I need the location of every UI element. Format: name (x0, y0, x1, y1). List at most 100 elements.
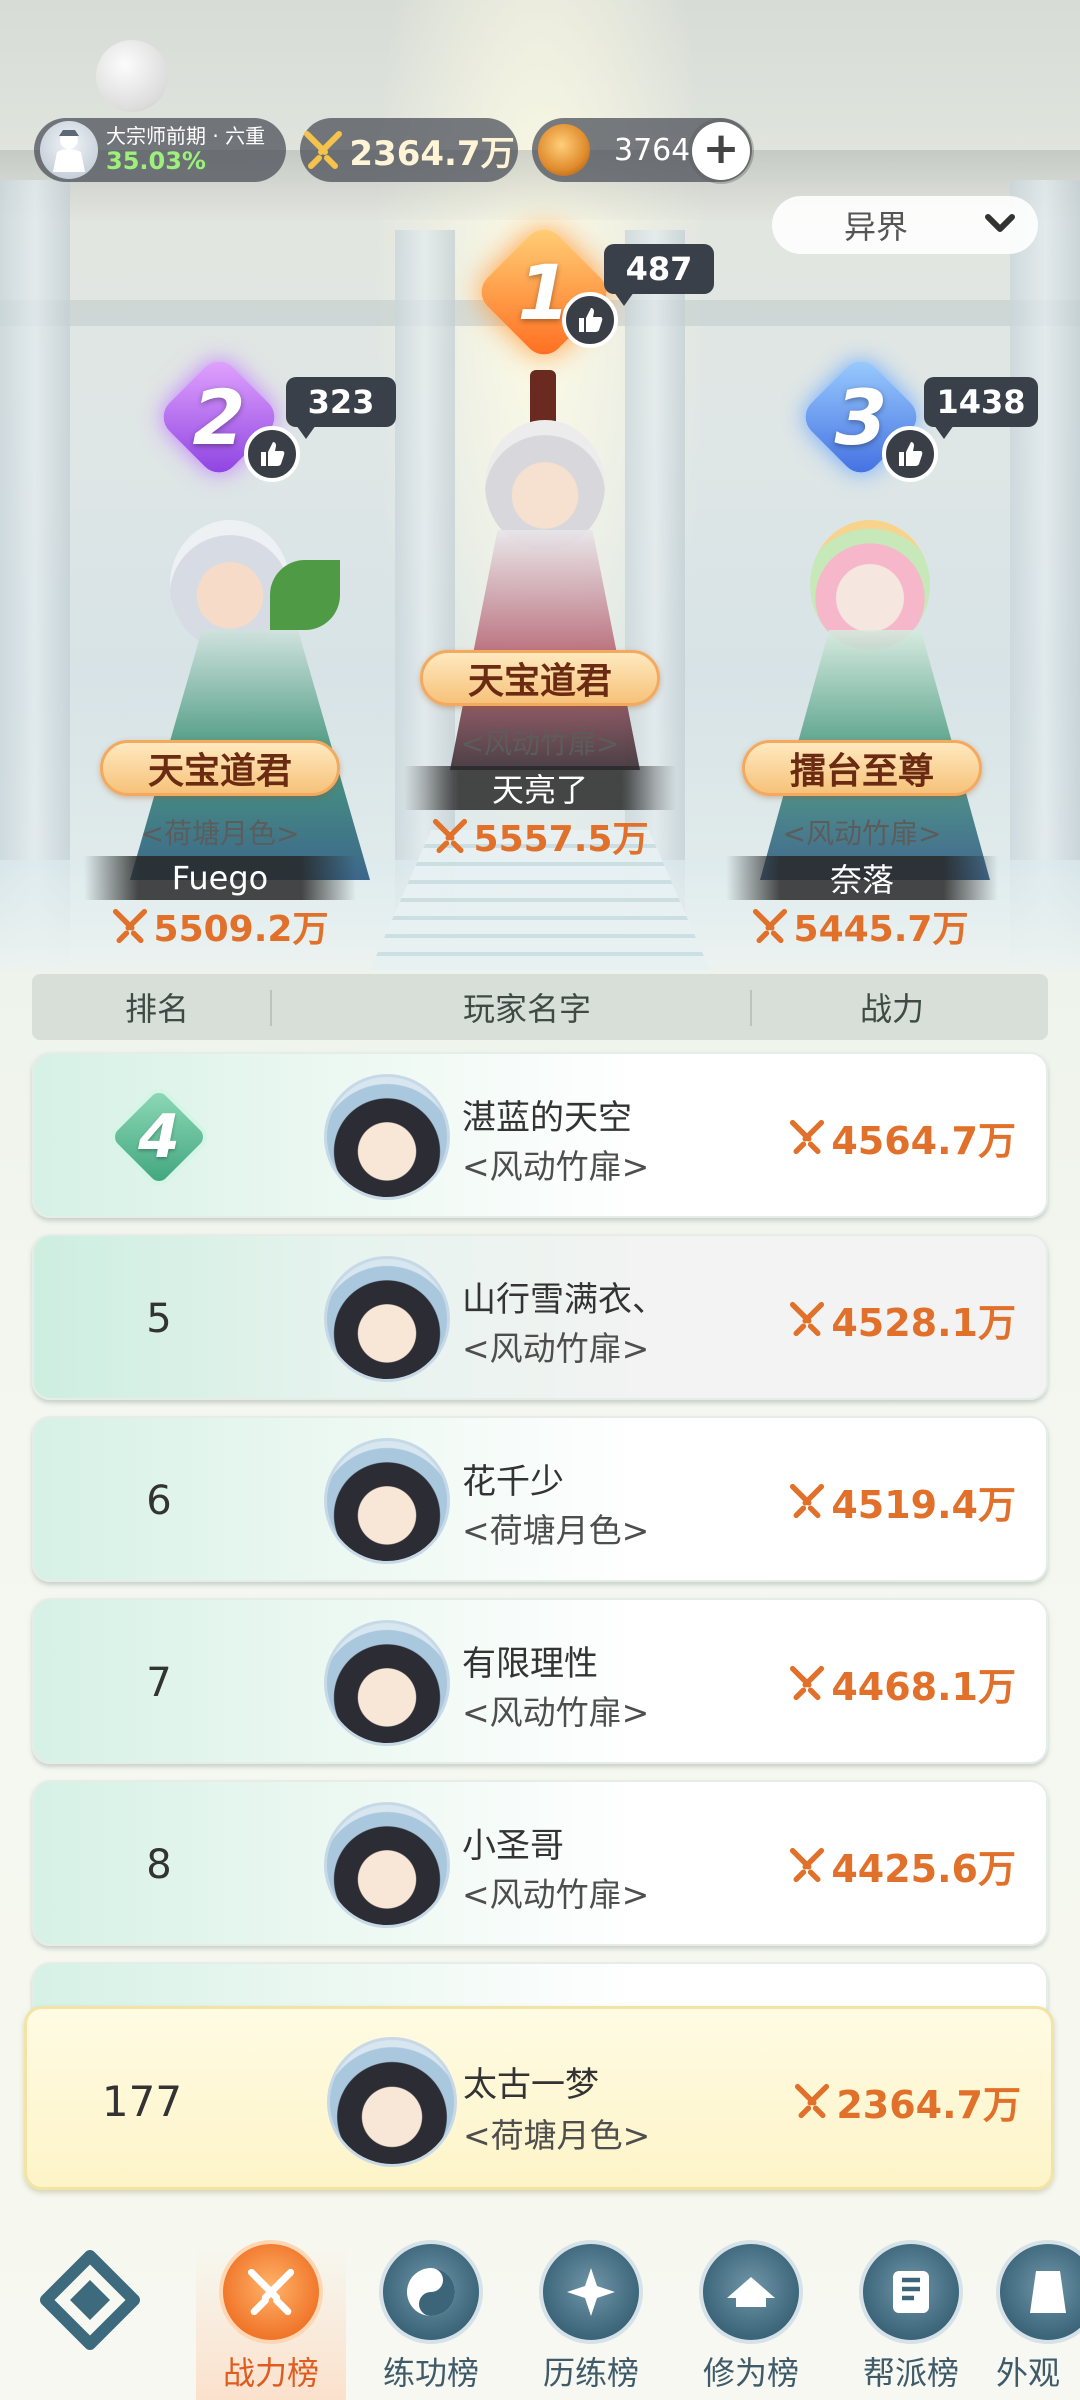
power-swords-icon (790, 1119, 825, 1155)
rank-1-guild: <风动竹扉> (460, 727, 620, 760)
leaderboard-row[interactable]: 6 花千少 <荷塘月色> 4519.4万 (32, 1416, 1048, 1582)
scroll-icon (859, 2240, 963, 2344)
rank-3-like-button[interactable] (882, 426, 938, 482)
menu-diamond-icon (40, 2250, 140, 2350)
rank-3-likes: 1438 (924, 377, 1038, 439)
rank-1-character[interactable] (430, 370, 660, 770)
rank-2-power: 5509.2万 (70, 900, 370, 952)
tab-power-ranking[interactable]: 战力榜 (196, 2240, 346, 2400)
thumbs-up-icon (899, 442, 923, 466)
column-header-player-name: 玩家名字 (462, 990, 591, 1028)
my-power: 2364.7万 (794, 2009, 1021, 2193)
player-avatar[interactable] (324, 1074, 450, 1200)
power-swords-icon (790, 1483, 825, 1519)
coin-value: 3764 (614, 132, 691, 168)
yin-yang-icon (379, 2240, 483, 2344)
row-rank: 6 (146, 1478, 172, 1524)
rank-1-title: 天宝道君 (420, 650, 660, 706)
player-avatar[interactable] (324, 1620, 450, 1746)
power-swords-icon (432, 818, 467, 854)
row-rank: 7 (146, 1660, 172, 1706)
pillar-decoration (1010, 180, 1080, 970)
rank-2-guild: <荷塘月色> (140, 817, 300, 850)
coin-icon (538, 124, 590, 176)
leaderboard-podium-scene: 大宗师前期 · 六重 35.03% 2364.7万 3764 + 异界 2 32… (0, 0, 1080, 970)
power-swords-icon (790, 1301, 825, 1337)
rank-2-likes: 323 (286, 377, 396, 439)
rank-3-guild: <风动竹扉> (782, 817, 942, 850)
rank-2-title: 天宝道君 (100, 740, 340, 796)
player-power: 4425.6万 (789, 1782, 1016, 1948)
my-guild: <荷塘月色> (463, 2116, 651, 2155)
server-select-value: 异界 (844, 208, 909, 246)
power-swords-icon (112, 908, 147, 944)
leaderboard-table-header: 排名 玩家名字 战力 (32, 974, 1048, 1040)
leaderboard-row[interactable]: 7 有限理性 <风动竹扉> 4468.1万 (32, 1598, 1048, 1764)
straw-hat-icon (699, 2240, 803, 2344)
player-guild: <风动竹扉> (462, 1693, 650, 1732)
my-name: 太古一梦 (463, 2065, 599, 2105)
realm-progress-label: 大宗师前期 · 六重 (106, 123, 266, 148)
column-divider (750, 990, 752, 1026)
column-header-power: 战力 (859, 990, 924, 1028)
player-name: 湛蓝的天空 (462, 1098, 632, 1138)
column-divider (270, 990, 272, 1026)
star-burst-icon (539, 2240, 643, 2344)
player-power: 4528.1万 (789, 1236, 1016, 1402)
leaderboard-row[interactable]: 5 山行雪满衣、 <风动竹扉> 4528.1万 (32, 1234, 1048, 1400)
server-select-dropdown[interactable]: 异界 (772, 196, 1038, 254)
tab-training-ranking[interactable]: 练功榜 (356, 2240, 506, 2400)
leaderboard-row[interactable]: 4 湛蓝的天空 <风动竹扉> 4564.7万 (32, 1052, 1048, 1218)
player-avatar[interactable] (324, 1438, 450, 1564)
power-swords-icon (795, 2083, 830, 2119)
pillar-decoration (0, 180, 70, 970)
player-name: 山行雪满衣、 (462, 1280, 666, 1320)
power-swords-icon (790, 1847, 825, 1883)
my-rank: 177 (101, 2076, 183, 2126)
realm-progress-pill[interactable]: 大宗师前期 · 六重 35.03% (34, 118, 286, 182)
my-rank-row[interactable]: 177 太古一梦 <荷塘月色> 2364.7万 (24, 2006, 1054, 2190)
player-guild: <风动竹扉> (462, 1875, 650, 1914)
leaderboard-row[interactable]: 8 小圣哥 <风动竹扉> 4425.6万 (32, 1780, 1048, 1946)
moon-decoration (96, 40, 168, 112)
power-swords-icon (790, 1665, 825, 1701)
tab-guild-ranking[interactable]: 帮派榜 (836, 2240, 986, 2400)
thumbs-up-icon (579, 308, 603, 332)
player-power: 4564.7万 (789, 1054, 1016, 1220)
player-guild: <风动竹扉> (462, 1329, 650, 1368)
player-power: 4519.4万 (789, 1418, 1016, 1584)
player-power: 4468.1万 (789, 1600, 1016, 1766)
player-name: 有限理性 (462, 1644, 598, 1684)
player-avatar[interactable] (324, 1256, 450, 1382)
rank-1-name: 天亮了 (404, 766, 676, 810)
player-avatar-icon (40, 121, 98, 179)
player-name: 小圣哥 (462, 1826, 564, 1866)
rank-4-badge: 4 (105, 1083, 213, 1191)
crossed-swords-icon (219, 2240, 323, 2344)
player-guild: <风动竹扉> (462, 1147, 650, 1186)
row-rank: 5 (146, 1296, 172, 1342)
my-avatar[interactable] (327, 2037, 457, 2167)
add-currency-button[interactable]: + (692, 122, 750, 180)
appearance-icon (996, 2240, 1080, 2344)
row-rank: 4 (34, 1054, 284, 1220)
realm-progress-percent: 35.03% (106, 146, 206, 175)
player-avatar[interactable] (324, 1802, 450, 1928)
player-name: 花千少 (462, 1462, 564, 1502)
tab-appearance-ranking[interactable]: 外观 (996, 2240, 1080, 2400)
rank-3-name: 奈落 (726, 856, 998, 900)
tab-cultivation-ranking[interactable]: 修为榜 (676, 2240, 826, 2400)
rank-2-like-button[interactable] (244, 426, 300, 482)
thumbs-up-icon (261, 442, 285, 466)
bottom-tab-bar: 战力榜 练功榜 历练榜 修为榜 帮派榜 外观 (0, 2200, 1080, 2400)
chevron-down-icon (985, 214, 1015, 232)
row-rank: 8 (146, 1842, 172, 1888)
player-power-pill: 2364.7万 (300, 118, 518, 182)
rank-2-name: Fuego (84, 856, 356, 900)
menu-button[interactable] (38, 2250, 142, 2350)
rank-1-likes: 487 (604, 244, 714, 306)
rank-3-power: 5445.7万 (710, 900, 1010, 952)
player-power-value: 2364.7万 (349, 133, 515, 174)
player-guild: <荷塘月色> (462, 1511, 650, 1550)
tab-experience-ranking[interactable]: 历练榜 (516, 2240, 666, 2400)
